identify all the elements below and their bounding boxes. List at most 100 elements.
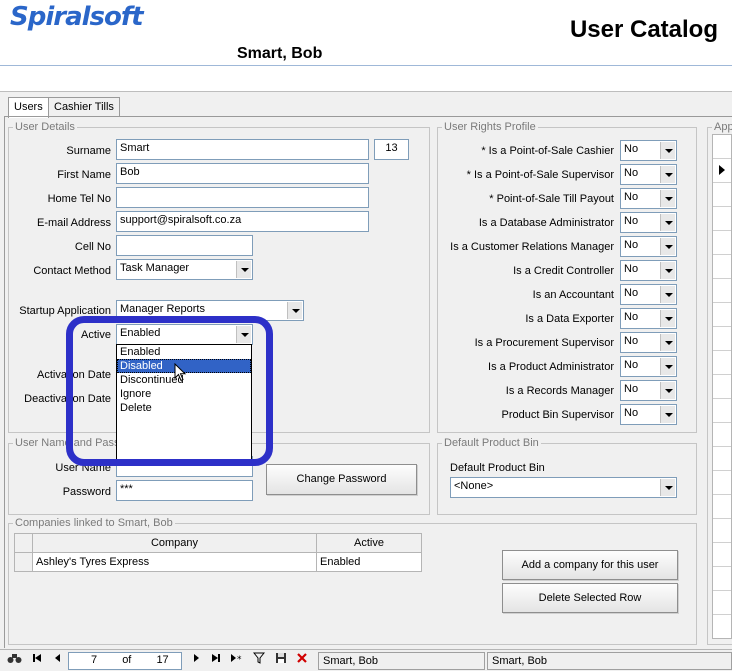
chevron-down-icon[interactable]: [660, 190, 675, 207]
grid-row[interactable]: [713, 399, 731, 423]
right-select[interactable]: No: [620, 356, 677, 377]
grid-row[interactable]: [713, 183, 731, 207]
grid-row[interactable]: [713, 255, 731, 279]
chevron-down-icon[interactable]: [660, 238, 675, 255]
of-label: of: [122, 654, 132, 666]
grid-row[interactable]: [713, 279, 731, 303]
grid-row[interactable]: [713, 327, 731, 351]
product-bin-select[interactable]: <None>: [450, 477, 677, 498]
chevron-down-icon[interactable]: [660, 358, 675, 375]
add-company-button[interactable]: Add a company for this user: [502, 550, 678, 580]
grid-row[interactable]: [713, 423, 731, 447]
grid-row[interactable]: [713, 231, 731, 255]
row-selector[interactable]: [14, 552, 33, 572]
right-select[interactable]: No: [620, 260, 677, 281]
annotation-highlight-box: [66, 316, 273, 466]
active-cell[interactable]: Enabled: [316, 552, 422, 572]
right-value: No: [624, 191, 639, 203]
grid-row[interactable]: [713, 471, 731, 495]
home-tel-label: Home Tel No: [47, 193, 111, 205]
binoculars-icon[interactable]: [6, 652, 23, 669]
save-icon[interactable]: [272, 652, 289, 669]
status-panel-right: Smart, Bob: [487, 652, 732, 670]
product-bin-label: Default Product Bin: [450, 462, 545, 474]
grid-row[interactable]: [713, 591, 731, 615]
chevron-down-icon[interactable]: [236, 261, 251, 278]
grid-row[interactable]: [713, 303, 731, 327]
right-label: Is a Database Administrator: [478, 217, 614, 229]
chevron-down-icon[interactable]: [660, 334, 675, 351]
first-name-label: First Name: [57, 169, 111, 181]
grid-row[interactable]: [713, 495, 731, 519]
group-legend: Companies linked to Smart, Bob: [13, 517, 175, 529]
record-navigation-bar: 7 of 17 * Smart, Bob Smart, Bob: [0, 649, 732, 671]
right-select[interactable]: No: [620, 140, 677, 161]
companies-table: Company Active Ashley's Tyres Express En…: [14, 533, 422, 572]
contact-method-label: Contact Method: [33, 265, 111, 277]
first-record-icon[interactable]: [28, 652, 45, 669]
tab-users[interactable]: Users: [8, 97, 49, 118]
grid-row[interactable]: [713, 351, 731, 375]
right-label: Is a Records Manager: [505, 385, 614, 397]
first-name-input[interactable]: Bob: [116, 163, 369, 184]
right-select[interactable]: No: [620, 404, 677, 425]
chevron-down-icon[interactable]: [660, 262, 675, 279]
email-input[interactable]: support@spiralsoft.co.za: [116, 211, 369, 232]
right-value: No: [624, 263, 639, 275]
last-record-icon[interactable]: [207, 652, 224, 669]
grid-row[interactable]: [713, 375, 731, 399]
password-input[interactable]: ***: [116, 480, 253, 501]
grid-header: [713, 135, 731, 159]
right-select[interactable]: No: [620, 236, 677, 257]
right-value: No: [624, 143, 639, 155]
column-header-company[interactable]: Company: [32, 533, 317, 553]
right-select[interactable]: No: [620, 164, 677, 185]
chevron-down-icon[interactable]: [660, 382, 675, 399]
right-select[interactable]: No: [620, 188, 677, 209]
home-tel-input[interactable]: [116, 187, 369, 208]
chevron-down-icon[interactable]: [660, 214, 675, 231]
right-label: Is a Procurement Supervisor: [474, 337, 614, 349]
startup-app-value: Manager Reports: [120, 303, 205, 315]
grid-row[interactable]: [713, 207, 731, 231]
surname-input[interactable]: Smart: [116, 139, 369, 160]
right-select[interactable]: No: [620, 332, 677, 353]
right-value: No: [624, 287, 639, 299]
right-select[interactable]: No: [620, 380, 677, 401]
change-password-button[interactable]: Change Password: [266, 464, 417, 495]
surname-label: Surname: [66, 145, 111, 157]
chevron-down-icon[interactable]: [660, 406, 675, 423]
tab-cashier-tills[interactable]: Cashier Tills: [48, 97, 120, 117]
delete-icon[interactable]: [293, 652, 310, 669]
chevron-down-icon[interactable]: [660, 286, 675, 303]
chevron-down-icon[interactable]: [660, 142, 675, 159]
chevron-down-icon[interactable]: [287, 302, 302, 319]
cell-input[interactable]: [116, 235, 253, 256]
grid-row[interactable]: [713, 543, 731, 567]
user-id-field: 13: [374, 139, 409, 160]
previous-record-icon[interactable]: [49, 652, 66, 669]
delete-selected-row-button[interactable]: Delete Selected Row: [502, 583, 678, 613]
chevron-down-icon[interactable]: [660, 166, 675, 183]
contact-method-select[interactable]: Task Manager: [116, 259, 253, 280]
table-row[interactable]: Ashley's Tyres Express Enabled: [14, 552, 422, 572]
grid-row[interactable]: [713, 447, 731, 471]
next-record-icon[interactable]: [187, 652, 204, 669]
record-number-field[interactable]: 7 of 17: [68, 652, 182, 670]
company-cell[interactable]: Ashley's Tyres Express: [32, 552, 317, 572]
right-select[interactable]: No: [620, 212, 677, 233]
table-header-row: Company Active: [14, 533, 422, 553]
filter-icon[interactable]: [250, 652, 267, 669]
record-title: Smart, Bob: [237, 45, 323, 62]
right-select[interactable]: No: [620, 284, 677, 305]
app-grid[interactable]: [712, 134, 732, 639]
new-record-icon[interactable]: *: [228, 652, 245, 669]
right-select[interactable]: No: [620, 308, 677, 329]
right-value: No: [624, 311, 639, 323]
grid-row[interactable]: [713, 567, 731, 591]
chevron-down-icon[interactable]: [660, 479, 675, 496]
grid-row[interactable]: [713, 519, 731, 543]
column-header-active[interactable]: Active: [316, 533, 422, 553]
grid-row-current[interactable]: [713, 159, 731, 183]
chevron-down-icon[interactable]: [660, 310, 675, 327]
